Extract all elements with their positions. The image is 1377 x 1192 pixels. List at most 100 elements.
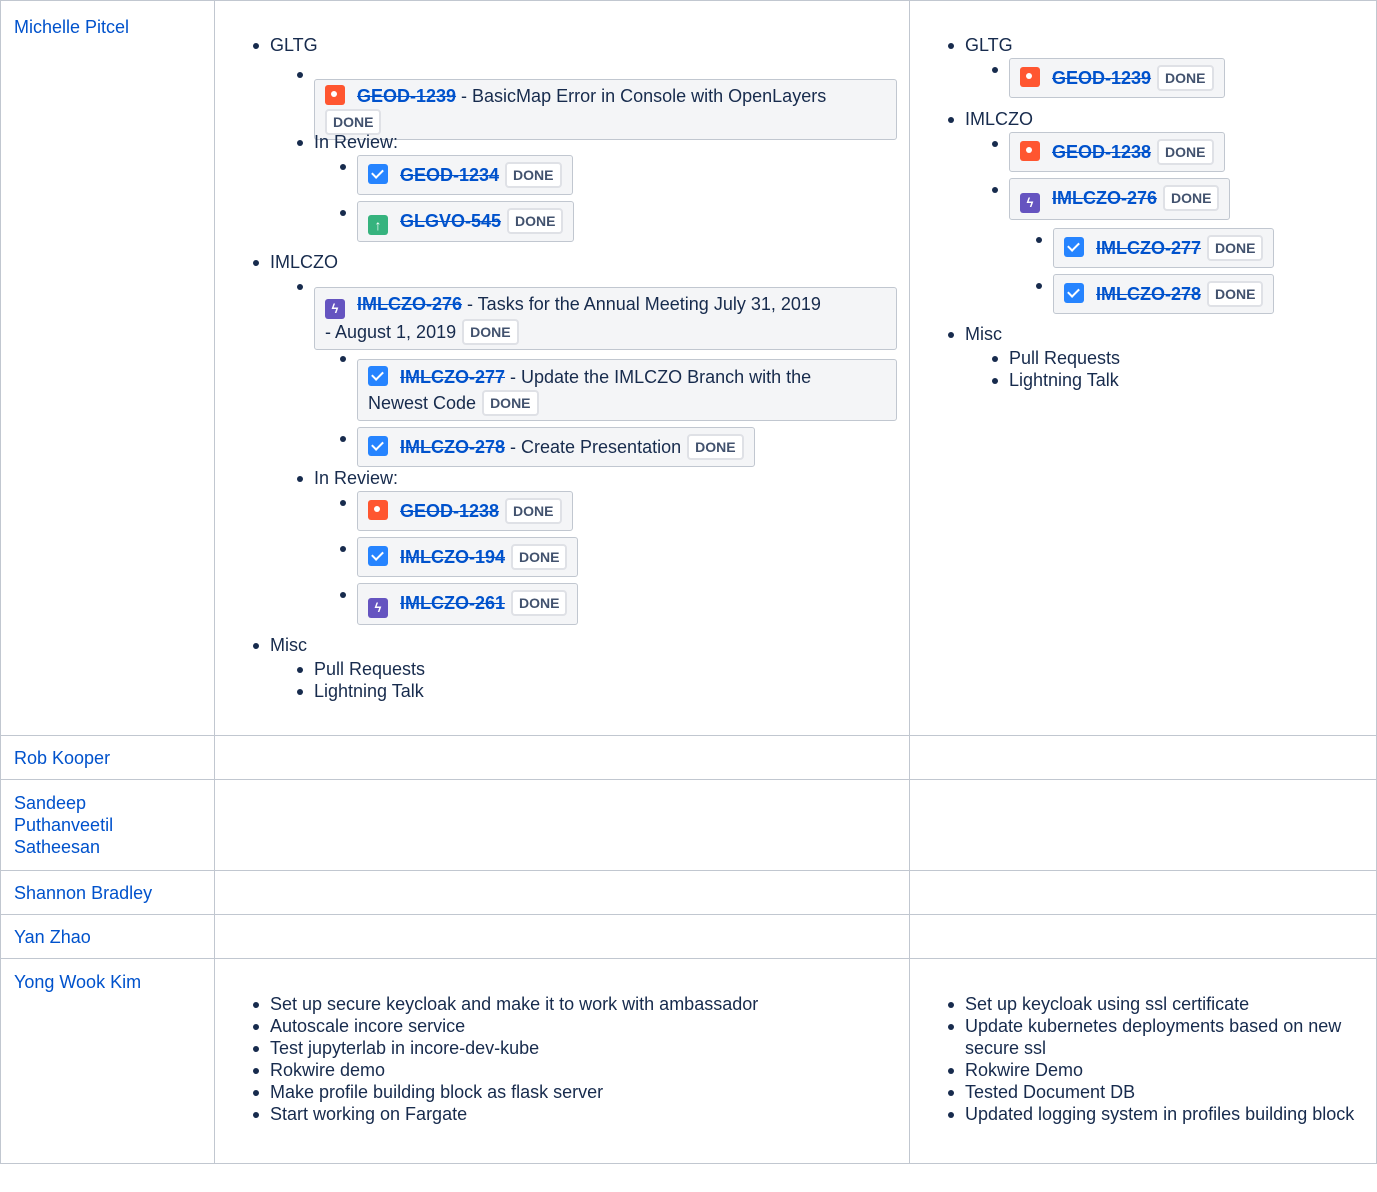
- user-link-shannon[interactable]: Shannon Bradley: [1, 871, 214, 904]
- list-item: Rokwire Demo: [948, 1059, 1365, 1081]
- issue-link[interactable]: GEOD-1234: [400, 165, 499, 185]
- user-link-yong[interactable]: Yong Wook Kim: [1, 959, 214, 993]
- user-link-sandeep[interactable]: Sandeep Puthanveetil Satheesan: [1, 780, 214, 858]
- list-item: Set up keycloak using ssl certificate: [948, 993, 1365, 1015]
- done-cell: [909, 779, 1377, 871]
- list-item: ϟ IMLCZO-276 - Tasks for the Annual Meeti…: [297, 275, 897, 350]
- list-item: GEOD-1238 DONE: [339, 491, 578, 531]
- list-item: IMLCZO-278 DONE: [1035, 274, 1275, 314]
- user-link-michelle[interactable]: Michelle Pitcel: [1, 1, 214, 38]
- list-item: IMLCZO-278 - Create Presentation DONE: [340, 427, 897, 467]
- planned-cell: [214, 779, 910, 871]
- list-item: Lightning Talk: [991, 370, 1119, 390]
- table-row: Shannon Bradley: [0, 870, 1377, 915]
- list-item: GEOD-1234 DONE: [339, 155, 574, 195]
- status-badge: DONE: [507, 208, 564, 234]
- list-item: ↑ GLGVO-545 DONE: [339, 201, 575, 242]
- list-item: Test jupyterlab in incore-dev-kube: [253, 1037, 890, 1059]
- bug-icon: [325, 85, 345, 105]
- user-link-rob[interactable]: Rob Kooper: [1, 736, 214, 769]
- done-cell: Set up keycloak using ssl certificate Upd…: [909, 958, 1377, 1164]
- issue-link[interactable]: IMLCZO-277: [1096, 238, 1201, 258]
- list-item: Lightning Talk: [296, 681, 424, 701]
- table-row: Yan Zhao: [0, 914, 1377, 959]
- status-badge: DONE: [1207, 235, 1264, 261]
- status-badge: DONE: [511, 590, 568, 616]
- list-item: Tested Document DB: [948, 1081, 1365, 1103]
- status-badge: DONE: [687, 434, 744, 460]
- done-list: Set up keycloak using ssl certificate Upd…: [948, 993, 1365, 1125]
- table-row: Rob Kooper: [0, 735, 1377, 780]
- planned-cell: Set up secure keycloak and make it to wo…: [214, 958, 910, 1164]
- bug-icon: [1020, 141, 1040, 161]
- list-item: IMLCZO-277 DONE: [1035, 228, 1275, 268]
- issue-link[interactable]: IMLCZO-276: [1052, 188, 1157, 208]
- issue-title: - Update the IMLCZO Branch with the: [505, 367, 812, 387]
- issue-title: Newest Code: [368, 393, 477, 413]
- status-table: Michelle Pitcel GLTG GEOD-1239 - BasicMa…: [0, 0, 1377, 1164]
- list-item: GEOD-1239 DONE: [992, 58, 1225, 98]
- status-badge: DONE: [1157, 139, 1214, 165]
- list-item: Updated logging system in profiles build…: [948, 1103, 1365, 1125]
- status-badge: DONE: [1157, 65, 1214, 91]
- status-badge: DONE: [462, 319, 519, 345]
- user-link-yan[interactable]: Yan Zhao: [1, 915, 214, 948]
- list-item: GLTG: [253, 35, 318, 55]
- issue-link[interactable]: IMLCZO-261: [400, 593, 505, 613]
- issue-title: - Create Presentation: [505, 437, 682, 457]
- list-item: IMLCZO: [947, 109, 1034, 129]
- status-badge: DONE: [1207, 281, 1264, 307]
- list-item: Set up secure keycloak and make it to wo…: [253, 993, 890, 1015]
- task-icon: [368, 546, 388, 566]
- issue-title: - Tasks for the Annual Meeting July 31, …: [462, 294, 821, 314]
- issue-link[interactable]: GEOD-1239: [357, 86, 456, 106]
- name-cell: Yan Zhao: [0, 914, 215, 959]
- issue-title: - BasicMap Error in Console with OpenLay…: [456, 86, 827, 106]
- issue-link[interactable]: IMLCZO-277: [400, 367, 505, 387]
- list-item: Make profile building block as flask ser…: [253, 1081, 890, 1103]
- status-badge: DONE: [482, 390, 539, 416]
- status-badge: DONE: [505, 162, 562, 188]
- issue-link[interactable]: IMLCZO-278: [400, 437, 505, 457]
- arrow-up-icon: ↑: [368, 215, 388, 235]
- issue-link[interactable]: IMLCZO-276: [357, 294, 462, 314]
- planned-list: Set up secure keycloak and make it to wo…: [253, 993, 890, 1125]
- planned-cell: GLTG GEOD-1239 - BasicMap Error in Conso…: [214, 0, 910, 736]
- issue-link[interactable]: GEOD-1238: [1052, 142, 1151, 162]
- done-cell: GLTG GEOD-1239 DONE IMLCZO GEOD-1238 DONE: [909, 0, 1377, 736]
- list-item: Rokwire demo: [253, 1059, 890, 1081]
- task-icon: [368, 436, 388, 456]
- planned-cell: [214, 914, 910, 959]
- list-item: Update kubernetes deployments based on n…: [948, 1015, 1365, 1059]
- list-item: Misc: [253, 635, 307, 655]
- list-item: Pull Requests: [991, 348, 1121, 368]
- list-item: In Review:: [296, 132, 399, 152]
- table-row: Michelle Pitcel GLTG GEOD-1239 - BasicMa…: [0, 0, 1377, 736]
- bug-icon: [368, 500, 388, 520]
- name-cell: Michelle Pitcel: [0, 0, 215, 736]
- list-item: ϟ IMLCZO-276 DONE: [991, 178, 1231, 220]
- task-icon: [1064, 237, 1084, 257]
- lightning-icon: ϟ: [368, 598, 388, 618]
- issue-title: - August 1, 2019: [325, 322, 457, 342]
- list-item: Start working on Fargate: [253, 1103, 890, 1125]
- name-cell: Sandeep Puthanveetil Satheesan: [0, 779, 215, 871]
- list-item: GLTG: [948, 35, 1013, 55]
- table-row: Sandeep Puthanveetil Satheesan: [0, 779, 1377, 871]
- list-item: IMLCZO: [252, 252, 339, 272]
- list-item: Autoscale incore service: [253, 1015, 890, 1037]
- list-item: Misc: [948, 324, 1002, 344]
- status-badge: DONE: [505, 498, 562, 524]
- task-icon: [368, 366, 388, 386]
- planned-cell: [214, 870, 910, 915]
- name-cell: Shannon Bradley: [0, 870, 215, 915]
- issue-link[interactable]: GLGVO-545: [400, 211, 501, 231]
- issue-link[interactable]: IMLCZO-278: [1096, 284, 1201, 304]
- lightning-icon: ϟ: [325, 299, 345, 319]
- list-item: IMLCZO-194 DONE: [339, 537, 579, 577]
- list-item: ϟ IMLCZO-261 DONE: [339, 583, 579, 625]
- issue-link[interactable]: GEOD-1239: [1052, 68, 1151, 88]
- issue-link[interactable]: GEOD-1238: [400, 501, 499, 521]
- list-item: Pull Requests: [296, 659, 426, 679]
- issue-link[interactable]: IMLCZO-194: [400, 547, 505, 567]
